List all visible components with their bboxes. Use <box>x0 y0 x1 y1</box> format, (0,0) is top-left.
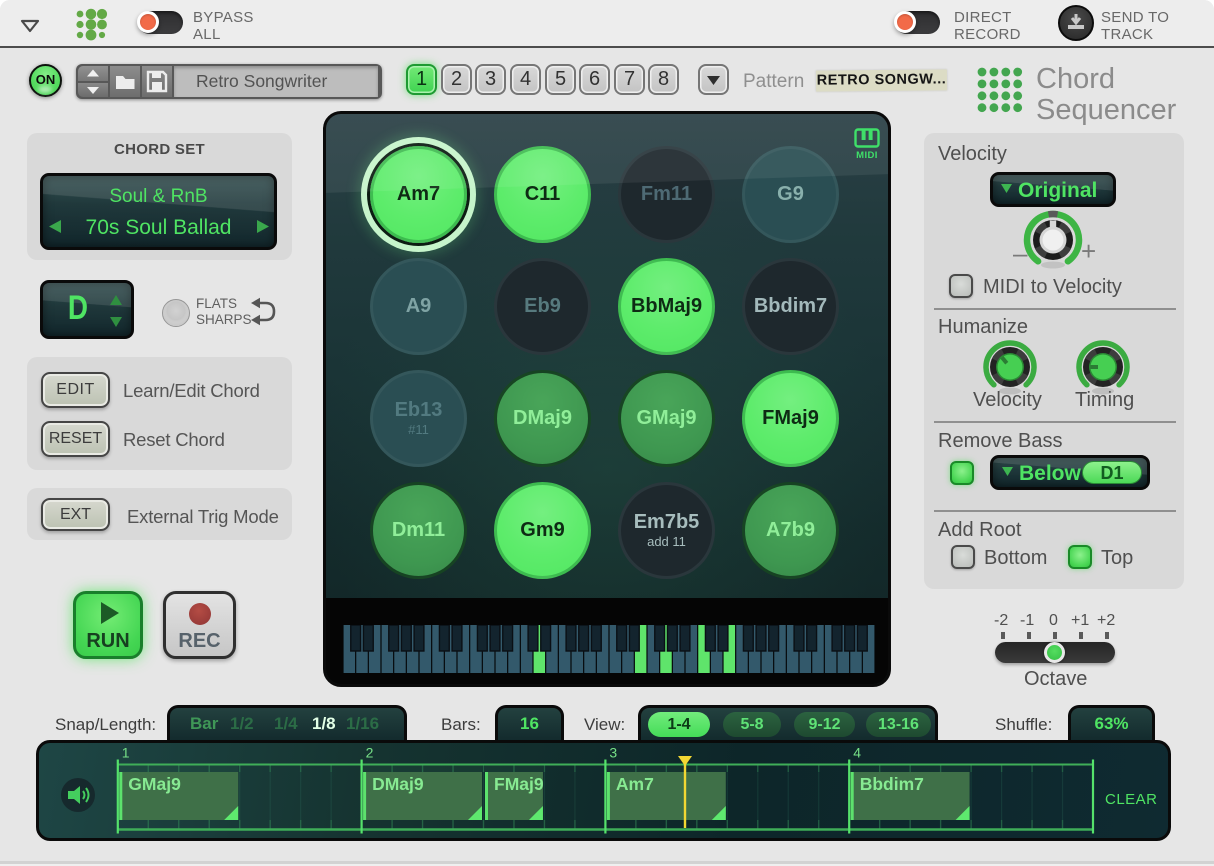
svg-text:FMaj9: FMaj9 <box>494 774 544 794</box>
svg-text:2: 2 <box>366 745 374 761</box>
svg-text:MIDI: MIDI <box>856 150 878 160</box>
svg-text:3: 3 <box>609 745 617 761</box>
svg-text:GMaj9: GMaj9 <box>128 774 181 794</box>
svg-text:Bbdim7: Bbdim7 <box>860 774 924 794</box>
svg-text:DMaj9: DMaj9 <box>372 774 424 794</box>
svg-text:4: 4 <box>853 745 861 761</box>
svg-text:1: 1 <box>122 745 130 761</box>
svg-text:Am7: Am7 <box>616 774 654 794</box>
